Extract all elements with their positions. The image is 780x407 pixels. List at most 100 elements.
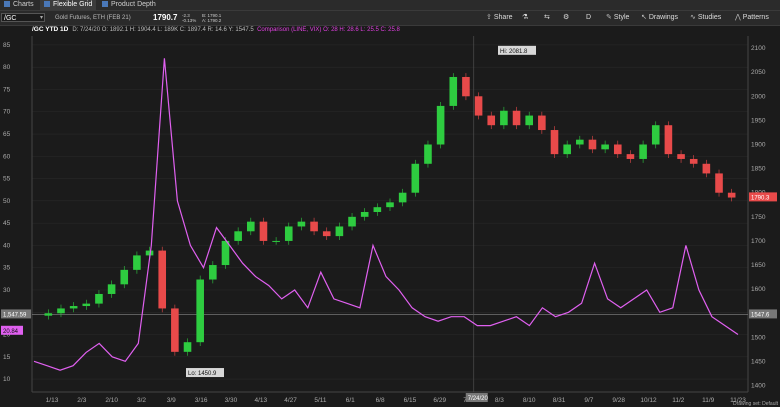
x-axis-label: 5/11	[314, 397, 327, 404]
patterns-icon: ⋀	[735, 14, 741, 21]
lo-label: Lo: 1450.9	[188, 371, 217, 377]
candle-body	[474, 96, 483, 116]
patterns-button[interactable]: ⋀ Patterns	[735, 13, 769, 23]
drawing-set-label: Drawing set: Default	[732, 401, 778, 407]
share-icon: ⇪	[486, 14, 492, 21]
candle-body	[310, 221, 318, 232]
x-axis-label: 6/8	[376, 397, 385, 404]
tab-label: Flexible Grid	[53, 1, 93, 8]
x-axis-label: 1/13	[46, 397, 59, 404]
right-axis-label: 2100	[751, 45, 766, 52]
flask-button[interactable]: ⚗	[522, 13, 528, 23]
symbol-input[interactable]: /GC ▾	[1, 13, 45, 22]
x-axis-label: 2/3	[77, 397, 86, 404]
candle-body	[550, 130, 559, 155]
hi-label: Hi: 2081.8	[500, 49, 528, 55]
x-axis-label: 3/30	[225, 397, 238, 404]
depth-icon	[102, 1, 108, 7]
left-axis-label: 75	[3, 86, 11, 93]
candle-body	[297, 221, 306, 227]
x-axis-label: 9/28	[612, 397, 625, 404]
price-change: -2.3 -0.13%	[182, 13, 202, 23]
x-axis-label: 6/15	[404, 397, 417, 404]
x-axis-label: 3/2	[137, 397, 146, 404]
sync-button[interactable]: ⇆	[544, 13, 550, 23]
left-axis-label: 30	[3, 287, 11, 294]
aggregation-button[interactable]: D	[586, 13, 591, 23]
candle-body	[284, 226, 293, 241]
x-axis-label: 11/9	[702, 397, 715, 404]
candle-body	[171, 308, 179, 352]
share-label: Share	[493, 14, 513, 21]
grid-icon	[44, 1, 50, 7]
x-axis-label: 10/12	[640, 397, 657, 404]
candle-body	[702, 163, 711, 174]
x-axis-label: 9/7	[584, 397, 593, 404]
sync-icon: ⇆	[544, 14, 550, 21]
app-tabbar: Charts Flexible Grid Product Depth	[0, 0, 780, 11]
x-axis-label: 8/31	[553, 397, 566, 404]
style-button[interactable]: ✎ Style	[606, 13, 629, 23]
chevron-down-icon[interactable]: ▾	[40, 14, 43, 23]
right-axis-label: 1700	[751, 238, 766, 245]
candle-body	[69, 306, 78, 309]
candle-body	[639, 144, 647, 159]
candle-body	[259, 221, 268, 241]
left-axis-label: 80	[3, 64, 11, 71]
candle-body	[335, 226, 344, 237]
studies-label: Studies	[697, 14, 722, 21]
left-axis-label: 85	[3, 42, 11, 49]
last-price-tag: 1790.3	[751, 195, 770, 201]
x-axis-label: 4/27	[284, 397, 297, 404]
price-chart[interactable]: 8580757065605550454035302520151021002050…	[0, 26, 780, 407]
left-axis-label: 15	[3, 354, 11, 361]
right-axis-label: 2000	[751, 93, 766, 100]
x-axis-label: 2/10	[105, 397, 118, 404]
right-axis-label: 2050	[751, 69, 766, 76]
candle-body	[234, 231, 242, 241]
candle-body	[664, 125, 673, 155]
tab-product-depth[interactable]: Product Depth	[98, 0, 160, 10]
candle-body	[449, 76, 458, 106]
x-axis-label: 3/9	[167, 397, 176, 404]
left-axis-label: 45	[3, 220, 11, 227]
x-axis-label: 6/1	[346, 397, 355, 404]
candle-body	[651, 125, 660, 145]
candle-body	[411, 163, 420, 193]
ref-left-tag: 1,547.59	[3, 312, 27, 318]
candle-body	[398, 192, 407, 203]
candle-body	[133, 255, 141, 270]
vix-tag: 20.84	[3, 329, 19, 335]
right-axis-label: 1500	[751, 334, 766, 341]
drawings-label: Drawings	[648, 14, 679, 21]
aggregation-label: D	[586, 14, 592, 21]
right-axis-label: 1750	[751, 214, 766, 221]
candle-body	[576, 139, 584, 145]
flask-icon: ⚗	[522, 14, 529, 21]
left-axis-label: 70	[3, 109, 11, 116]
bid-ask: B: 1790.1 A: 1790.2	[202, 13, 232, 23]
candle-body	[462, 76, 470, 97]
studies-button[interactable]: ∿ Studies	[690, 13, 721, 23]
right-axis-label: 1450	[751, 358, 766, 365]
candle-body	[626, 154, 635, 159]
tab-charts[interactable]: Charts	[0, 0, 38, 10]
left-axis-label: 35	[3, 265, 11, 272]
candle-body	[322, 231, 331, 237]
cursor-icon: ↖	[641, 14, 647, 21]
candle-body	[677, 154, 685, 159]
candle-body	[95, 293, 103, 304]
x-axis-label: 3/16	[195, 397, 208, 404]
candle-body	[373, 207, 382, 212]
left-axis-label: 60	[3, 153, 11, 160]
candle-body	[601, 144, 609, 150]
candle-body	[360, 212, 369, 217]
drawings-button[interactable]: ↖ Drawings	[641, 13, 678, 23]
x-axis-label: 4/13	[254, 397, 267, 404]
candle-body	[563, 144, 571, 155]
settings-button[interactable]: ⚙	[563, 13, 569, 23]
share-button[interactable]: ⇪ Share	[486, 13, 513, 23]
tab-flexible-grid[interactable]: Flexible Grid	[40, 0, 97, 10]
candle-body	[436, 105, 445, 145]
style-label: Style	[613, 14, 630, 21]
